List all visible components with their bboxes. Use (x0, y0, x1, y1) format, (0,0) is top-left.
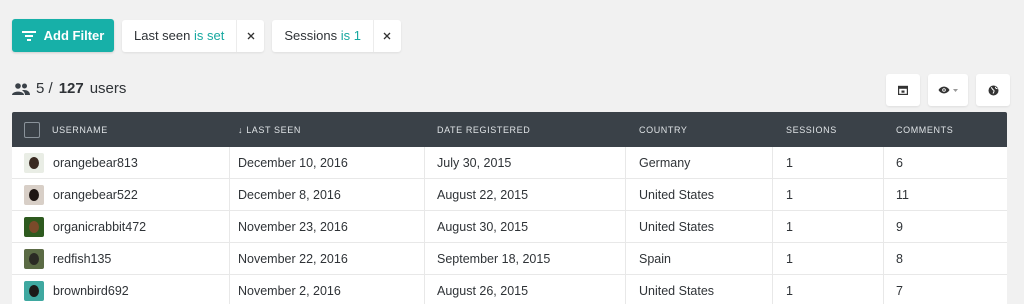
add-filter-label: Add Filter (43, 28, 105, 43)
sessions-cell: 1 (773, 179, 884, 210)
country-cell: Germany (626, 147, 773, 178)
filter-chip-field: Last seen (134, 28, 191, 43)
date-range-button[interactable] (886, 74, 920, 106)
filter-chip-sessions[interactable]: Sessions is 1 (272, 19, 401, 52)
shown-count: 5 / (36, 80, 53, 97)
column-header-country[interactable]: COUNTRY (626, 112, 773, 147)
users-table: USERNAME ↓ LAST SEEN DATE REGISTERED COU… (12, 112, 1007, 304)
comments-cell: 6 (896, 155, 903, 170)
last-seen-cell: November 23, 2016 (230, 211, 425, 242)
eye-icon (938, 86, 950, 94)
country-cell: United States (626, 179, 773, 210)
user-count: 5 / 127 users (12, 80, 126, 97)
username-cell[interactable]: organicrabbit472 (53, 220, 146, 234)
sessions-cell: 1 (773, 147, 884, 178)
close-icon (383, 32, 391, 39)
country-cell: Spain (626, 243, 773, 274)
avatar (24, 152, 44, 173)
remove-filter-button[interactable] (372, 19, 401, 52)
table-header: USERNAME ↓ LAST SEEN DATE REGISTERED COU… (12, 112, 1007, 147)
table-toolbar (886, 74, 1010, 106)
calendar-icon (898, 85, 908, 95)
sessions-cell: 1 (773, 243, 884, 274)
avatar (24, 280, 44, 301)
filter-icon (21, 30, 36, 41)
date-registered-cell: September 18, 2015 (425, 243, 626, 274)
filter-chip-operator: is 1 (340, 28, 361, 43)
filter-bar: Add Filter Last seen is set Sessions is … (12, 19, 401, 52)
caret-down-icon (953, 88, 958, 92)
username-cell[interactable]: redfish135 (53, 252, 111, 266)
comments-cell: 9 (896, 219, 903, 234)
table-row[interactable]: orangebear522 December 8, 2016 August 22… (12, 179, 1007, 211)
map-view-button[interactable] (976, 74, 1010, 106)
comments-cell: 11 (896, 187, 909, 202)
column-header-last-seen[interactable]: ↓ LAST SEEN (230, 112, 425, 147)
add-filter-button[interactable]: Add Filter (12, 19, 114, 52)
remove-filter-button[interactable] (236, 19, 264, 52)
avatar (24, 248, 44, 269)
date-registered-cell: July 30, 2015 (425, 147, 626, 178)
globe-icon (988, 85, 998, 95)
filter-chip-field: Sessions (284, 28, 338, 43)
username-cell[interactable]: orangebear522 (53, 188, 138, 202)
country-cell: United States (626, 211, 773, 242)
last-seen-cell: November 22, 2016 (230, 243, 425, 274)
table-row[interactable]: redfish135 November 22, 2016 September 1… (12, 243, 1007, 275)
table-row[interactable]: brownbird692 November 2, 2016 August 26,… (12, 275, 1007, 304)
avatar (24, 184, 44, 205)
select-all-checkbox[interactable] (24, 121, 40, 138)
table-row[interactable]: orangebear813 December 10, 2016 July 30,… (12, 147, 1007, 179)
username-cell[interactable]: orangebear813 (53, 156, 138, 170)
last-seen-cell: November 2, 2016 (230, 275, 425, 304)
username-cell[interactable]: brownbird692 (53, 284, 129, 298)
column-header-comments[interactable]: COMMENTS (884, 112, 1007, 147)
last-seen-cell: December 8, 2016 (230, 179, 425, 210)
column-header-sessions[interactable]: SESSIONS (773, 112, 884, 147)
count-noun: users (89, 80, 127, 97)
date-registered-cell: August 30, 2015 (425, 211, 626, 242)
country-cell: United States (626, 275, 773, 304)
filter-chip-operator: is set (194, 28, 225, 43)
comments-cell: 8 (896, 251, 903, 266)
column-header-username[interactable]: USERNAME (52, 125, 108, 135)
sessions-cell: 1 (773, 275, 884, 304)
columns-visibility-button[interactable] (928, 74, 968, 106)
close-icon (247, 32, 255, 39)
filter-chip-last-seen[interactable]: Last seen is set (122, 19, 265, 52)
users-icon (12, 82, 30, 95)
date-registered-cell: August 26, 2015 (425, 275, 626, 304)
last-seen-cell: December 10, 2016 (230, 147, 425, 178)
date-registered-cell: August 22, 2015 (425, 179, 626, 210)
comments-cell: 7 (896, 283, 903, 298)
table-row[interactable]: organicrabbit472 November 23, 2016 Augus… (12, 211, 1007, 243)
column-header-date-registered[interactable]: DATE REGISTERED (425, 112, 626, 147)
sessions-cell: 1 (773, 211, 884, 242)
total-count: 127 (58, 80, 84, 97)
avatar (24, 216, 44, 237)
